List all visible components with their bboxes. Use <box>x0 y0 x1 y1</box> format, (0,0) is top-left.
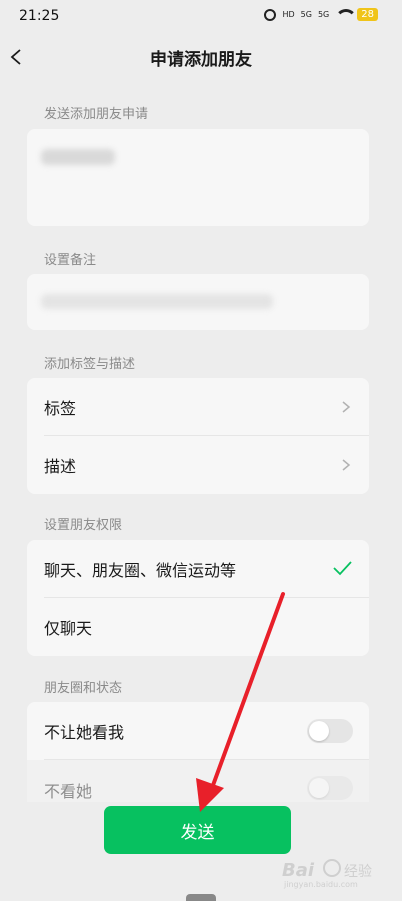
hide-my-moments-toggle[interactable] <box>307 719 353 743</box>
wifi-icon <box>335 8 358 21</box>
status-icons: HD 5G 5G 28 <box>264 8 378 21</box>
hide-their-moments-row: 不看她 <box>27 760 369 802</box>
status-time: 21:25 <box>19 8 60 24</box>
hide-my-moments-row: 不让她看我 <box>27 702 369 760</box>
remark-field[interactable] <box>27 274 369 330</box>
checkmark-icon <box>333 561 352 576</box>
alarm-icon <box>264 8 277 21</box>
battery-icon: 28 <box>357 8 378 21</box>
request-message-field[interactable] <box>27 129 369 226</box>
toggle-knob <box>309 778 329 798</box>
description-row[interactable]: 描述 <box>27 436 369 494</box>
signal-icon: 5G <box>300 9 312 19</box>
svg-text:Bai: Bai <box>282 860 315 881</box>
status-bar: 21:25 HD 5G 5G 28 <box>0 0 402 34</box>
remark-section-label: 设置备注 <box>44 253 97 268</box>
request-section-label: 发送添加朋友申请 <box>44 107 149 122</box>
tags-row-label: 标签 <box>44 399 77 418</box>
svg-text:jingyan.baidu.com: jingyan.baidu.com <box>283 880 358 889</box>
blurred-text <box>41 149 115 165</box>
signal-icon: 5G <box>317 9 330 19</box>
send-button[interactable]: 发送 <box>104 806 291 854</box>
permission-option-label: 聊天、朋友圈、微信运动等 <box>44 561 237 580</box>
tags-row[interactable]: 标签 <box>27 378 369 436</box>
chevron-right-icon <box>342 459 351 471</box>
hide-their-moments-label: 不看她 <box>44 782 93 801</box>
page-title: 申请添加朋友 <box>150 50 252 70</box>
permission-section-label: 设置朋友权限 <box>44 518 123 533</box>
hide-my-moments-label: 不让她看我 <box>44 723 125 742</box>
permission-option-label: 仅聊天 <box>44 619 93 638</box>
nav-bar: 申请添加朋友 <box>0 34 402 80</box>
home-indicator <box>186 894 216 901</box>
permission-option-all[interactable]: 聊天、朋友圈、微信运动等 <box>27 540 369 598</box>
tags-section-label: 添加标签与描述 <box>44 357 136 372</box>
blurred-text <box>41 294 273 309</box>
hide-their-moments-toggle[interactable] <box>307 776 353 800</box>
hd-icon: HD <box>282 9 295 19</box>
watermark-logo: Bai 经验 jingyan.baidu.com <box>280 856 376 890</box>
toggle-knob <box>309 721 329 741</box>
description-row-label: 描述 <box>44 457 77 476</box>
permission-option-chat-only[interactable]: 仅聊天 <box>27 598 369 656</box>
svg-text:经验: 经验 <box>344 864 372 880</box>
chevron-right-icon <box>342 401 351 413</box>
moments-section-label: 朋友圈和状态 <box>44 681 123 696</box>
